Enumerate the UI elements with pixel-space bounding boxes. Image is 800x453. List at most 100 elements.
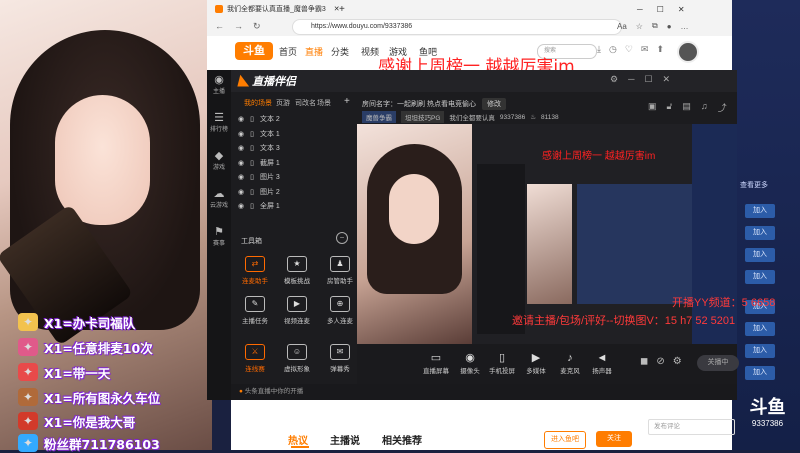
tool-template[interactable]: ★ 模板挑战 <box>275 256 319 285</box>
join-button[interactable]: 加入 <box>745 204 775 218</box>
bell-icon[interactable]: ♫ <box>701 101 708 114</box>
source-tool-screen[interactable]: ▭ 直播屏幕 <box>418 352 454 375</box>
record-icon[interactable]: ◼ <box>640 356 648 367</box>
read-mode-icon[interactable]: Aa <box>617 22 627 31</box>
visibility-eye-icon[interactable]: ◉ <box>238 202 244 210</box>
lock-icon[interactable]: ▯ <box>250 188 254 196</box>
source-tool-speaker[interactable]: ◄ 扬声器 <box>584 352 620 375</box>
source-item[interactable]: ◉ ▯ 文本 1 <box>238 128 280 140</box>
settings-icon[interactable]: ⚙ <box>610 74 618 85</box>
lock-icon[interactable]: ▯ <box>250 115 254 123</box>
join-button[interactable]: 加入 <box>745 270 775 284</box>
follow-button[interactable]: 关注 <box>596 431 632 447</box>
toolbox-collapse-icon[interactable]: − <box>336 232 348 244</box>
minimize-icon[interactable]: ─ <box>637 5 643 14</box>
source-tool-mic[interactable]: ♪ 麦克风 <box>552 352 588 375</box>
app-close-icon[interactable]: ✕ <box>663 74 671 85</box>
scene-tab[interactable]: 场景 <box>317 98 331 108</box>
category-tag[interactable]: 魔兽争霸 <box>362 111 396 123</box>
visibility-eye-icon[interactable]: ◉ <box>238 188 244 196</box>
comment-input[interactable]: 发布评论 <box>648 419 735 435</box>
source-item[interactable]: ◉ ▯ 截屏 1 <box>238 157 280 169</box>
layout-icon[interactable]: ▤ <box>682 101 691 114</box>
user-avatar[interactable] <box>677 41 699 63</box>
view-more-link[interactable]: 查看更多 <box>740 180 768 190</box>
lock-icon[interactable]: ▯ <box>250 159 254 167</box>
sidebar-item[interactable]: ☰ 排行榜 <box>207 112 231 133</box>
more-icon[interactable]: … <box>681 22 689 31</box>
visibility-eye-icon[interactable]: ◉ <box>238 130 244 138</box>
browser-tab[interactable]: 我们全都要认真直播_魔兽争霸3 ✕ <box>215 2 340 16</box>
refresh-icon[interactable]: ↻ <box>253 21 261 32</box>
tool-admin[interactable]: ♟ 房管助手 <box>318 256 362 285</box>
sidebar-item[interactable]: ◆ 游戏 <box>207 150 231 171</box>
tool-avatar[interactable]: ☺ 虚拟形象 <box>275 344 319 373</box>
lock-icon[interactable]: ▯ <box>250 144 254 152</box>
join-fishbar-button[interactable]: 进入鱼吧 <box>544 431 586 449</box>
source-item[interactable]: ◉ ▯ 全屏 1 <box>238 200 280 212</box>
screenshot-icon[interactable]: ▣ <box>648 101 657 114</box>
upload-icon[interactable]: ⬆ <box>656 44 664 55</box>
app-maximize-icon[interactable]: ☐ <box>644 74 652 85</box>
scene-tab[interactable]: 司改名 <box>295 98 316 108</box>
source-tool-phone[interactable]: ▯ 手机投屏 <box>484 352 520 375</box>
source-item[interactable]: ◉ ▯ 图片 3 <box>238 171 280 183</box>
visibility-eye-icon[interactable]: ◉ <box>238 144 244 152</box>
sidebar-item[interactable]: ☁ 云游戏 <box>207 188 231 209</box>
join-button[interactable]: 加入 <box>745 226 775 240</box>
tool-danmu[interactable]: ✉ 弹幕秀 <box>318 344 362 373</box>
join-button[interactable]: 加入 <box>745 366 775 380</box>
history-icon[interactable]: ◷ <box>609 44 617 55</box>
new-tab-icon[interactable]: + <box>339 2 345 16</box>
site-nav-item[interactable]: 分类 <box>331 45 349 58</box>
scene-tab[interactable]: 页游 <box>276 98 290 108</box>
maximize-icon[interactable]: ☐ <box>657 5 664 14</box>
visibility-eye-icon[interactable]: ◉ <box>238 115 244 123</box>
stream-preview[interactable]: 感谢上周榜一 越越厉害im <box>357 124 737 344</box>
tool-multi-link[interactable]: ⊕ 多人连麦 <box>318 296 362 325</box>
tool-match[interactable]: ⚔ 连线赛 <box>233 344 277 373</box>
address-bar[interactable]: https://www.douyu.com/9337386 <box>292 19 622 35</box>
gear-icon[interactable]: ⚙ <box>673 356 682 367</box>
douyu-logo[interactable]: 斗鱼 <box>235 42 273 60</box>
modify-room-button[interactable]: 修改 <box>481 98 506 110</box>
source-item[interactable]: ◉ ▯ 文本 3 <box>238 142 280 154</box>
forward-icon[interactable]: → <box>234 21 243 31</box>
source-item[interactable]: ◉ ▯ 图片 2 <box>238 186 280 198</box>
message-icon[interactable]: ✉ <box>641 44 649 55</box>
category-sub-tag[interactable]: 坦坦技巧PG <box>401 111 445 123</box>
app-minimize-icon[interactable]: ─ <box>628 74 634 85</box>
source-item[interactable]: ◉ ▯ 文本 2 <box>238 113 280 125</box>
start-stream-button[interactable]: 关播中 <box>697 355 739 371</box>
site-nav-item[interactable]: 首页 <box>279 45 297 58</box>
sidebar-item[interactable]: ◉ 主播 <box>207 74 231 95</box>
close-window-icon[interactable]: ✕ <box>678 5 685 14</box>
lock-icon[interactable]: ▯ <box>250 173 254 181</box>
sidebar-item[interactable]: ⚑ 赛事 <box>207 226 231 247</box>
add-scene-icon[interactable]: + <box>344 96 350 107</box>
favorite-icon[interactable]: ☆ <box>636 22 643 31</box>
collections-icon[interactable]: ⧉ <box>652 21 658 31</box>
page-tab[interactable]: 热议 <box>288 432 308 447</box>
join-button[interactable]: 加入 <box>745 248 775 262</box>
profile-icon[interactable]: ● <box>667 22 672 31</box>
join-button[interactable]: 加入 <box>745 322 775 336</box>
follow-icon[interactable]: ♡ <box>625 44 633 55</box>
page-tab[interactable]: 主播说 <box>330 432 360 447</box>
page-tab[interactable]: 相关推荐 <box>382 432 422 447</box>
visibility-eye-icon[interactable]: ◉ <box>238 173 244 181</box>
lock-icon[interactable]: ▯ <box>250 130 254 138</box>
lock-icon[interactable]: ▯ <box>250 202 254 210</box>
lock-icon[interactable]: 🔓︎ <box>667 101 673 114</box>
source-tool-media[interactable]: ▶ 多媒体 <box>518 352 554 375</box>
site-nav-item[interactable]: 直播 <box>305 45 323 58</box>
source-tool-camera[interactable]: ◉ 摄像头 <box>452 352 488 375</box>
download-icon[interactable]: ⤓ <box>597 44 601 55</box>
join-button[interactable]: 加入 <box>745 344 775 358</box>
scene-tab[interactable]: 我的场景 <box>244 98 272 108</box>
site-nav-item[interactable]: 视频 <box>361 45 379 58</box>
tool-video-link[interactable]: ▶ 视频连麦 <box>275 296 319 325</box>
tool-mic-link[interactable]: ⇄ 连麦助手 <box>233 256 277 285</box>
tool-task[interactable]: ✎ 主播任务 <box>233 296 277 325</box>
visibility-eye-icon[interactable]: ◉ <box>238 159 244 167</box>
